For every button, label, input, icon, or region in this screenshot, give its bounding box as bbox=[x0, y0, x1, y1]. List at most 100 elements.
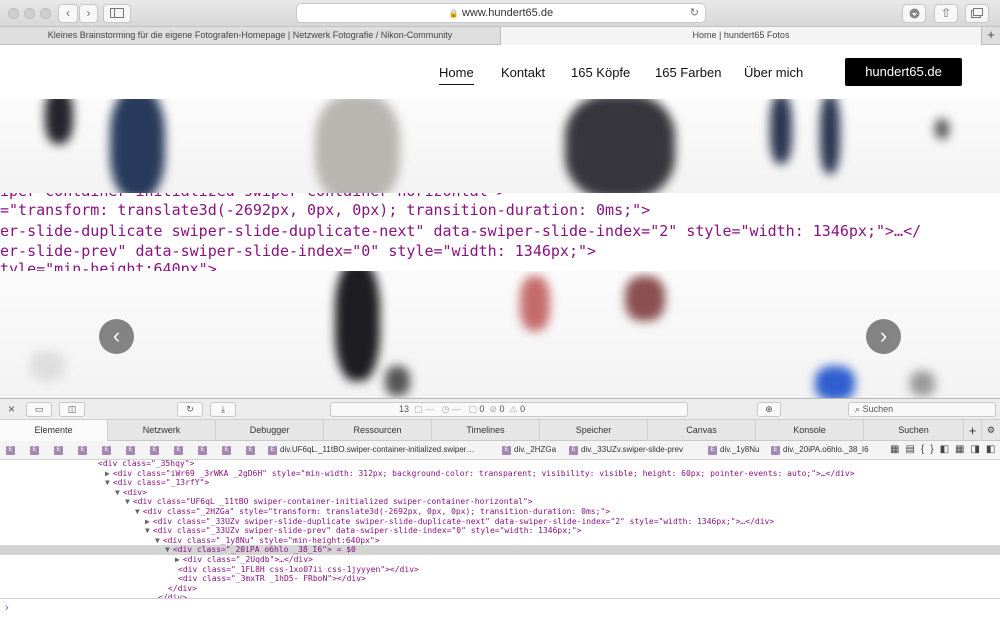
dom-node-line[interactable]: ▶ <div class="iWr69 _3rWKA _2gD6H" style=… bbox=[0, 469, 1000, 479]
tab-label: Elemente bbox=[34, 425, 73, 435]
dom-node-text: <div class="_2HZGa" style="transform: tr… bbox=[142, 507, 611, 516]
dock-icon[interactable]: ▭ bbox=[26, 402, 52, 417]
dom-node-line[interactable]: ▶ <div class="_2Uqdb">…</div> bbox=[0, 555, 1000, 565]
add-tab-button[interactable]: + bbox=[964, 420, 982, 441]
dom-node-text: <div> bbox=[122, 487, 147, 497]
tab-hundert65[interactable]: Home | hundert65 Fotos bbox=[500, 27, 982, 45]
dom-node-text: <div class="_33UZv swiper-slide-duplicat… bbox=[152, 516, 775, 526]
dom-node-line[interactable]: ▼ <div> bbox=[0, 488, 1000, 498]
forward-button[interactable]: › bbox=[79, 4, 98, 23]
breadcrumb-item[interactable]: div._33UZv.swiper-slide-prev bbox=[581, 445, 683, 454]
dom-node-text: <div class="UF6qL _11tBO swiper-containe… bbox=[132, 497, 533, 507]
breadcrumb-item[interactable]: div._2HZGa bbox=[514, 445, 556, 454]
dom-node-text: <div class="_3mxTR _1hD5- FRboN"></div> bbox=[178, 574, 366, 584]
slider-image-bottom bbox=[0, 271, 1000, 398]
dom-node-line[interactable]: ▼ <div class="_20iPA o6hlo _38_I6"> = $0 bbox=[0, 545, 1000, 556]
tab-speicher[interactable]: Speicher bbox=[540, 420, 648, 441]
nav-165-koepfe[interactable]: 165 Köpfe bbox=[571, 65, 630, 80]
log-count: 0 bbox=[520, 404, 526, 414]
tab-netzwerk[interactable]: Netzwerk bbox=[108, 420, 216, 441]
website-viewport: Home Kontakt 165 Köpfe 165 Farben Über m… bbox=[0, 45, 1000, 398]
activity-bar: 13 ▢ — ◷ — ▢ 0 ⊘ 0 ⚠ 0 bbox=[330, 402, 688, 417]
dom-node-line[interactable]: ▼ <div class="_2HZGa" style="transform: t… bbox=[0, 507, 1000, 517]
tab-bar: Kleines Brainstorming für die eigene Fot… bbox=[0, 27, 1000, 45]
overlay-line: er-slide-prev" data-swiper-slide-index="… bbox=[0, 242, 597, 260]
share-icon[interactable]: ⇧ bbox=[934, 4, 958, 23]
tab-label: Timelines bbox=[466, 425, 505, 435]
dom-node-text: <div class="_1y8Nu" style="min-height:64… bbox=[162, 535, 380, 545]
split-icon[interactable]: ◫ bbox=[59, 402, 85, 417]
dom-node-line[interactable]: <div class="_1FL8H css-1xo07ii css-1jyyy… bbox=[0, 565, 1000, 575]
nav-165-farben[interactable]: 165 Farben bbox=[655, 65, 722, 80]
nav-ueber-mich[interactable]: Über mich bbox=[744, 65, 803, 80]
dom-node-line[interactable]: ▼ <div class="UF6qL _11tBO swiper-contain… bbox=[0, 497, 1000, 507]
dom-node-text: <div class="_35hqy"> bbox=[98, 460, 195, 468]
dom-node-text: <div class="_13rfY"> bbox=[112, 478, 210, 488]
new-tab-button[interactable]: + bbox=[982, 27, 1000, 45]
address-bar[interactable]: 🔒 www.hundert65.de ↻ bbox=[296, 3, 706, 23]
nav-kontakt[interactable]: Kontakt bbox=[501, 65, 545, 80]
tabs-icon[interactable] bbox=[965, 4, 989, 23]
dom-node-line[interactable]: ▼ <div class="_13rfY"> bbox=[0, 478, 1000, 488]
dom-tree[interactable]: <div class="_35hqy"> ▶ <div class="iWr69 _… bbox=[0, 460, 1000, 598]
sidebar-icon[interactable] bbox=[103, 4, 131, 23]
devtools-toolbar: × ▭ ◫ ↻ ⤓ 13 ▢ — ◷ — ▢ 0 ⊘ 0 ⚠ 0 ⊕ ⌕ Suc… bbox=[0, 398, 1000, 420]
dom-node-text: <div class="_20iPA o6hlo _38_I6"> = $0 bbox=[172, 545, 356, 555]
close-icon[interactable]: × bbox=[8, 402, 15, 416]
overlay-line: tyle="min-height:640px"> bbox=[0, 260, 217, 271]
url-text: www.hundert65.de bbox=[461, 7, 554, 19]
search-placeholder: Suchen bbox=[862, 404, 894, 414]
dom-breadcrumb: EEEEEEEEEEEE div.UF6qL._11tBO.swiper-con… bbox=[0, 441, 1000, 460]
reload-icon[interactable]: ↻ bbox=[690, 4, 699, 22]
gear-icon[interactable]: ⚙ bbox=[982, 420, 1000, 441]
reload-icon[interactable]: ↻ bbox=[177, 402, 203, 417]
dom-node-text: <div class="_2Uqdb">…</div> bbox=[182, 555, 313, 564]
hundert65-button[interactable]: hundert65.de bbox=[845, 58, 962, 86]
zoom-window-button[interactable] bbox=[40, 8, 51, 19]
dom-node-line[interactable]: ▶ <div class="_33UZv swiper-slide-duplica… bbox=[0, 517, 1000, 527]
download-icon[interactable] bbox=[902, 4, 926, 23]
tab-brainstorming[interactable]: Kleines Brainstorming für die eigene Fot… bbox=[0, 27, 500, 45]
download-icon[interactable]: ⤓ bbox=[210, 402, 236, 417]
devtools-search-field[interactable]: ⌕ Suchen bbox=[848, 402, 996, 417]
tab-label: Suchen bbox=[898, 425, 929, 435]
nav-home[interactable]: Home bbox=[439, 65, 474, 85]
breadcrumb-item[interactable]: div._1y8Nu bbox=[720, 445, 759, 454]
console-prompt[interactable]: › bbox=[0, 598, 1000, 618]
tab-label: Konsole bbox=[793, 425, 826, 435]
browser-toolbar: ‹ › 🔒 www.hundert65.de ↻ ⇧ bbox=[0, 0, 1000, 27]
inspector-source-overlay: iper-container initialized swiper-contai… bbox=[0, 193, 1000, 271]
slider-image-top bbox=[0, 99, 1000, 193]
tab-suchen[interactable]: Suchen bbox=[864, 420, 964, 441]
tab-label: Speicher bbox=[575, 425, 612, 435]
search-icon: ⌕ bbox=[855, 404, 861, 414]
tab-label: Debugger bbox=[249, 425, 290, 435]
dom-node-text: <div class="_1FL8H css-1xo07ii css-1jyyy… bbox=[178, 564, 419, 574]
dom-node-line[interactable]: ▼ <div class="_1y8Nu" style="min-height:6… bbox=[0, 536, 1000, 546]
tab-ressourcen[interactable]: Ressourcen bbox=[324, 420, 432, 441]
slider-next-button[interactable]: › bbox=[866, 319, 901, 354]
breadcrumb-item[interactable]: div.UF6qL._11tBO.swiper-container-initia… bbox=[280, 445, 474, 454]
overlay-line: er-slide-duplicate swiper-slide-duplicat… bbox=[0, 222, 922, 240]
minimize-window-button[interactable] bbox=[24, 8, 35, 19]
breadcrumb-tool-icons[interactable]: ▦▤{}◧▦◨◧ bbox=[890, 444, 1000, 455]
tab-konsole[interactable]: Konsole bbox=[756, 420, 864, 441]
dom-node-line[interactable]: </div> bbox=[0, 584, 1000, 594]
close-window-button[interactable] bbox=[8, 8, 19, 19]
dom-node-line[interactable]: ▼ <div class="_33UZv swiper-slide-prev" d… bbox=[0, 526, 1000, 536]
error-count: 0 bbox=[479, 404, 485, 414]
inspect-icon[interactable]: ⊕ bbox=[757, 402, 781, 417]
tab-timelines[interactable]: Timelines bbox=[432, 420, 540, 441]
tab-canvas[interactable]: Canvas bbox=[648, 420, 756, 441]
tab-debugger[interactable]: Debugger bbox=[216, 420, 324, 441]
tab-label: Netzwerk bbox=[142, 425, 181, 435]
dom-node-text: <div class="iWr69 _3rWKA _2gD6H" style="… bbox=[112, 468, 855, 478]
overlay-line: ="transform: translate3d(-2692px, 0px, 0… bbox=[0, 201, 651, 219]
back-button[interactable]: ‹ bbox=[58, 4, 78, 23]
tab-elemente[interactable]: Elemente bbox=[0, 420, 108, 441]
dom-node-line[interactable]: <div class="_3mxTR _1hD5- FRboN"></div> bbox=[0, 574, 1000, 584]
breadcrumb-item[interactable]: div._20iPA.o6hlo._38_I6 bbox=[783, 445, 869, 454]
tab-label: Canvas bbox=[686, 425, 717, 435]
slider-prev-button[interactable]: ‹ bbox=[99, 319, 134, 354]
screen: ‹ › 🔒 www.hundert65.de ↻ ⇧ Kleines Brain… bbox=[0, 0, 1000, 618]
